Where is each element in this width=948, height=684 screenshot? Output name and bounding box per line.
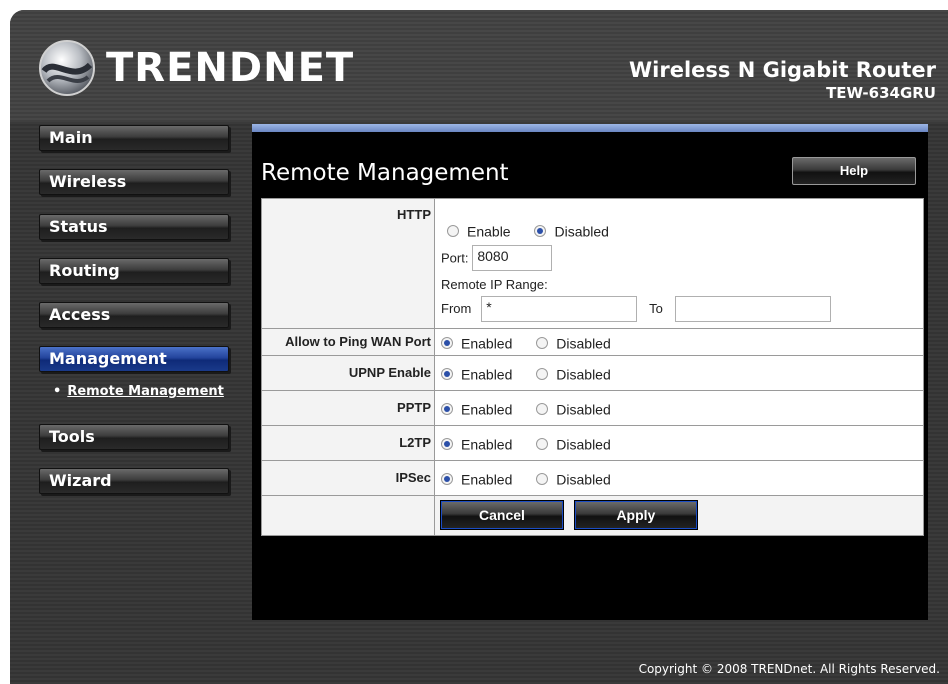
ping-enabled-radio[interactable] xyxy=(441,336,453,349)
nav-management[interactable]: Management xyxy=(39,346,229,372)
to-label: To xyxy=(649,301,663,317)
l2tp-label: L2TP xyxy=(261,424,435,461)
upnp-disabled-radio[interactable] xyxy=(536,367,549,380)
l2tp-row: L2TP Enabled Disabled xyxy=(261,424,924,461)
http-disabled-radio[interactable] xyxy=(534,224,547,237)
upnp-enabled-radio[interactable] xyxy=(441,367,453,380)
copyright: Copyright © 2008 TRENDnet. All Rights Re… xyxy=(638,662,940,676)
upnp-row: UPNP Enable Enabled Disabled xyxy=(261,354,924,391)
http-disabled-option[interactable]: Disabled xyxy=(534,222,609,239)
ipsec-options: Enabled Disabled xyxy=(434,459,924,496)
nav-main[interactable]: Main xyxy=(39,125,229,151)
upnp-enabled-option[interactable]: Enabled xyxy=(441,365,512,382)
apply-button[interactable]: Apply xyxy=(574,501,697,530)
ping-row: Allow to Ping WAN Port Enabled Disabled xyxy=(261,327,924,356)
l2tp-disabled-radio[interactable] xyxy=(536,437,549,450)
help-button[interactable]: Help xyxy=(792,157,916,185)
ipsec-label: IPSec xyxy=(261,459,435,496)
header: TRENDNET Wireless N Gigabit Router TEW-6… xyxy=(10,10,948,122)
trendnet-globe-icon xyxy=(39,40,95,96)
content-top-bar xyxy=(252,124,928,132)
http-settings: Enable Disabled Port: 8080 Remote IP Ran… xyxy=(434,198,924,329)
cancel-button[interactable]: Cancel xyxy=(441,501,563,530)
bullet-icon: • xyxy=(53,384,62,399)
pptp-disabled-radio[interactable] xyxy=(536,402,549,415)
from-ip-input[interactable]: * xyxy=(481,295,638,322)
nav-wizard[interactable]: Wizard xyxy=(39,468,229,494)
pptp-enabled-radio[interactable] xyxy=(441,402,453,415)
remote-ip-range-label: Remote IP Range: xyxy=(441,276,548,292)
model-name: TEW-634GRU xyxy=(826,84,936,102)
nav-tools[interactable]: Tools xyxy=(39,424,229,450)
l2tp-enabled-radio[interactable] xyxy=(441,437,453,450)
brand-name: TRENDNET xyxy=(106,45,355,91)
nav-access[interactable]: Access xyxy=(39,302,229,328)
http-enable-option[interactable]: Enable xyxy=(447,222,511,239)
nav-wireless[interactable]: Wireless xyxy=(39,169,229,195)
l2tp-disabled-option[interactable]: Disabled xyxy=(536,435,611,452)
content-panel: Remote Management Help HTTP Enable Disab… xyxy=(252,132,928,620)
l2tp-enabled-option[interactable]: Enabled xyxy=(441,435,512,452)
ipsec-enabled-option[interactable]: Enabled xyxy=(441,470,512,487)
logo: TRENDNET xyxy=(38,38,354,98)
upnp-label: UPNP Enable xyxy=(261,354,435,391)
http-label: HTTP xyxy=(261,198,435,329)
actions-spacer xyxy=(261,494,435,536)
actions-cell: Cancel Apply xyxy=(434,494,924,536)
ipsec-row: IPSec Enabled Disabled xyxy=(261,459,924,496)
port-input[interactable]: 8080 xyxy=(472,244,553,271)
ipsec-disabled-radio[interactable] xyxy=(536,472,549,485)
from-label: From xyxy=(441,301,472,317)
nav-sub-remote-management: • Remote Management xyxy=(53,384,224,399)
product-name: Wireless N Gigabit Router xyxy=(628,58,936,82)
upnp-options: Enabled Disabled xyxy=(434,354,924,391)
ping-label: Allow to Ping WAN Port xyxy=(261,327,435,356)
http-row: HTTP Enable Disabled Port: 8080 Remote I… xyxy=(261,198,924,329)
ping-disabled-radio[interactable] xyxy=(536,336,549,349)
port-label: Port: xyxy=(441,250,469,266)
actions-row: Cancel Apply xyxy=(261,494,924,536)
pptp-row: PPTP Enabled Disabled xyxy=(261,389,924,426)
pptp-disabled-option[interactable]: Disabled xyxy=(536,400,611,417)
remote-management-link[interactable]: Remote Management xyxy=(67,384,224,399)
http-enable-radio[interactable] xyxy=(447,224,459,237)
l2tp-options: Enabled Disabled xyxy=(434,424,924,461)
pptp-enabled-option[interactable]: Enabled xyxy=(441,400,512,417)
ping-options: Enabled Disabled xyxy=(434,327,924,356)
ipsec-enabled-radio[interactable] xyxy=(441,472,453,485)
remote-management-form: HTTP Enable Disabled Port: 8080 Remote I… xyxy=(261,198,924,536)
router-admin-frame: TRENDNET Wireless N Gigabit Router TEW-6… xyxy=(10,10,948,684)
to-ip-input[interactable] xyxy=(674,295,831,322)
pptp-label: PPTP xyxy=(261,389,435,426)
ipsec-disabled-option[interactable]: Disabled xyxy=(536,470,611,487)
ping-disabled-option[interactable]: Disabled xyxy=(536,334,611,351)
nav-routing[interactable]: Routing xyxy=(39,258,229,284)
page-title: Remote Management xyxy=(261,160,509,186)
nav-status[interactable]: Status xyxy=(39,214,229,240)
ping-enabled-option[interactable]: Enabled xyxy=(441,334,512,351)
pptp-options: Enabled Disabled xyxy=(434,389,924,426)
upnp-disabled-option[interactable]: Disabled xyxy=(536,365,611,382)
